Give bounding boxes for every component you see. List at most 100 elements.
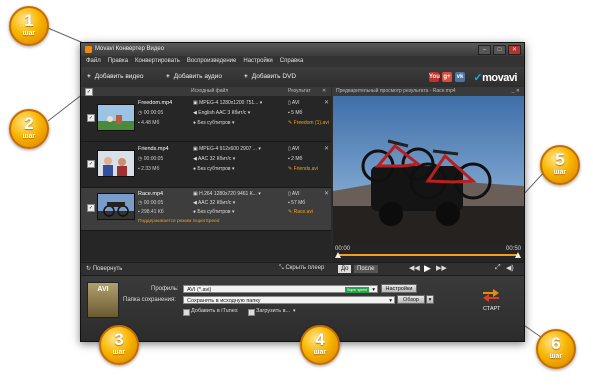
browse-menu-button[interactable]: ▾ bbox=[426, 295, 434, 304]
menu-settings[interactable]: Настройки bbox=[243, 56, 272, 67]
upload-checkbox[interactable] bbox=[248, 309, 255, 316]
upload-label: Загрузить в... bbox=[256, 308, 291, 314]
step-label: шаг bbox=[313, 349, 327, 356]
add-video-button[interactable]: + Добавить видео bbox=[87, 72, 143, 82]
video-track-select[interactable]: ▣ MPEG-4 1280x1200 751... ▾ bbox=[193, 100, 262, 106]
result-format: ▯ AVI bbox=[288, 100, 300, 106]
superspeed-note: Поддерживается режим SuperSpeed bbox=[138, 219, 220, 224]
audio-track-value: AAC 32 Кбит/с bbox=[197, 156, 232, 162]
volume-icon[interactable]: ◀) bbox=[506, 264, 514, 272]
file-row-friends[interactable]: ✓ Friends.mp4 ◷ 00:00:05 ▪ 2.33 Мб ▣ MPE… bbox=[81, 142, 331, 188]
subtitles-select[interactable]: ● Без субтитров ▾ bbox=[193, 209, 234, 215]
play-icon[interactable]: ▶ bbox=[424, 263, 431, 274]
rotate-label: Повернуть bbox=[92, 266, 123, 272]
before-toggle[interactable]: До bbox=[338, 265, 352, 273]
after-toggle[interactable]: После bbox=[354, 265, 378, 273]
add-dvd-button[interactable]: + Добавить DVD bbox=[244, 72, 296, 82]
remove-file-icon[interactable]: ✕ bbox=[324, 145, 329, 152]
subtitles-value: Без субтитров bbox=[197, 166, 231, 172]
file-name: Race.mp4 bbox=[138, 191, 164, 197]
output-folder-value: Сохранять в исходную папку bbox=[187, 298, 261, 304]
rotate-button[interactable]: ↻ Повернуть bbox=[86, 265, 122, 272]
subtitles-select[interactable]: ● Без субтитров ▾ bbox=[193, 166, 234, 172]
menu-bar: Файл Правка Конвертировать Воспроизведен… bbox=[81, 56, 524, 67]
remove-file-icon[interactable]: ✕ bbox=[324, 99, 329, 106]
file-duration: ◷ 00:00:05 bbox=[138, 200, 163, 206]
video-track-select[interactable]: ▣ MPEG-4 912x600 2907 ... ▾ bbox=[193, 146, 261, 152]
file-name: Freedom.mp4 bbox=[138, 100, 173, 106]
select-all-checkbox[interactable]: ✓ bbox=[85, 88, 93, 96]
result-format-value: AVI bbox=[291, 191, 300, 197]
video-track-value: H.264 1280x720 9461 К... bbox=[199, 191, 257, 197]
result-column-header: Результат bbox=[288, 88, 311, 94]
menu-file[interactable]: Файл bbox=[86, 56, 101, 67]
add-audio-button[interactable]: + Добавить аудио bbox=[166, 72, 222, 82]
profile-select[interactable]: AVI (*.avi) Super speed ▾ bbox=[183, 285, 378, 293]
settings-button[interactable]: Настройки bbox=[381, 284, 417, 293]
result-filename[interactable]: ✎ Freedom (1).avi bbox=[288, 120, 329, 126]
audio-track-select[interactable]: ◀ AAC 32 Кбит/с ▾ bbox=[193, 156, 235, 162]
trim-start-handle[interactable] bbox=[335, 252, 341, 258]
menu-edit[interactable]: Правка bbox=[108, 56, 128, 67]
fast-forward-icon[interactable]: ▶▶ bbox=[436, 264, 447, 272]
result-format: ▯ AVI bbox=[288, 191, 300, 197]
step-label: шаг bbox=[549, 353, 563, 360]
file-checkbox[interactable]: ✓ bbox=[87, 160, 95, 168]
result-filename[interactable]: ✎ Friends.avi bbox=[288, 166, 318, 172]
add-audio-label: Добавить аудио bbox=[173, 73, 222, 80]
logo-text: movavi bbox=[482, 72, 517, 84]
browse-button[interactable]: Обзор bbox=[397, 295, 425, 304]
remove-file-icon[interactable]: ✕ bbox=[324, 190, 329, 197]
google-plus-icon[interactable]: g+ bbox=[442, 72, 452, 82]
preview-player[interactable] bbox=[333, 96, 524, 246]
step-4-badge: 4 шаг bbox=[300, 325, 340, 365]
hide-player-button[interactable]: ⤡ Скрыть плеер bbox=[279, 265, 324, 272]
audio-track-select[interactable]: ◀ AAC 32 Кбит/с ▾ bbox=[193, 200, 235, 206]
upload-dropdown-icon[interactable]: ▾ bbox=[293, 308, 296, 314]
start-label[interactable]: СТАРТ bbox=[483, 306, 500, 312]
output-folder-select[interactable]: Сохранять в исходную папку ▾ bbox=[183, 296, 395, 304]
minimize-button[interactable]: – bbox=[478, 45, 491, 55]
menu-playback[interactable]: Воспроизведение bbox=[187, 56, 237, 67]
add-itunes-checkbox[interactable] bbox=[183, 309, 190, 316]
subtitles-select[interactable]: ● Без субтитров ▾ bbox=[193, 120, 234, 126]
close-button[interactable]: ✕ bbox=[508, 45, 521, 55]
video-track-select[interactable]: ▣ H.264 1280x720 9461 К... ▾ bbox=[193, 191, 261, 197]
format-avi-icon[interactable]: AVI bbox=[87, 282, 119, 318]
subtitles-value: Без субтитров bbox=[197, 120, 231, 126]
youtube-icon[interactable]: You bbox=[429, 72, 440, 82]
file-checkbox[interactable]: ✓ bbox=[87, 204, 95, 212]
trim-end-handle[interactable] bbox=[515, 252, 521, 258]
result-size: ▪ 5 Мб bbox=[288, 110, 302, 116]
plus-icon: + bbox=[166, 73, 170, 80]
file-size: ▪ 4.48 Мб bbox=[138, 120, 159, 126]
file-row-freedom[interactable]: ✓ Freedom.mp4 ◷ 00:00:05 ▪ 4.48 Мб ▣ MPE… bbox=[81, 96, 331, 142]
step-number: 6 bbox=[551, 334, 561, 353]
start-button[interactable] bbox=[481, 288, 501, 302]
step-2-badge: 2 шаг bbox=[9, 109, 49, 149]
vk-icon[interactable]: vk bbox=[455, 72, 465, 82]
maximize-button[interactable]: □ bbox=[493, 45, 506, 55]
chevron-down-icon: ▾ bbox=[389, 298, 392, 304]
file-row-race[interactable]: ✓ Race.mp4 ◷ 00:00:05 ▪ 298.41 Кб Поддер… bbox=[81, 188, 331, 231]
result-filename-value: Race.avi bbox=[293, 209, 314, 215]
menu-convert[interactable]: Конвертировать bbox=[135, 56, 180, 67]
result-filename[interactable]: ✎ Race.avi bbox=[288, 209, 313, 215]
menu-help[interactable]: Справка bbox=[280, 56, 304, 67]
result-filename-value: Freedom (1).avi bbox=[293, 120, 329, 126]
result-size-value: 5 Мб bbox=[291, 110, 303, 116]
step-3-badge: 3 шаг bbox=[99, 325, 139, 365]
preview-title: Предварительный просмотр результата - Ra… bbox=[336, 88, 456, 94]
step-number: 1 bbox=[24, 11, 34, 30]
seek-range bbox=[338, 254, 518, 256]
file-checkbox[interactable]: ✓ bbox=[87, 114, 95, 122]
preview-close-icon[interactable]: _ ✕ bbox=[512, 87, 520, 96]
step-label: шаг bbox=[553, 169, 567, 176]
rewind-icon[interactable]: ◀◀ bbox=[409, 264, 420, 272]
result-format-value: AVI bbox=[291, 146, 300, 152]
fullscreen-icon[interactable]: ⤢ bbox=[495, 264, 501, 272]
step-6-badge: 6 шаг bbox=[536, 329, 576, 369]
clear-list-icon[interactable]: ✕ bbox=[322, 87, 326, 96]
file-name: Friends.mp4 bbox=[138, 146, 169, 152]
audio-track-select[interactable]: ◀ English AAC 3 Кбит/с ▾ bbox=[193, 110, 250, 116]
